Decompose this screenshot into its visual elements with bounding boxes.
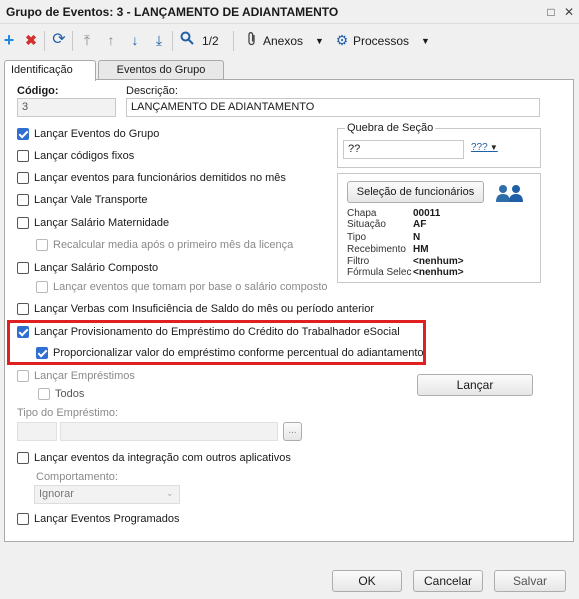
- lancar-eventos-programados-checkbox[interactable]: [17, 513, 29, 525]
- formula-selec-key: Fórmula Selec: [347, 267, 412, 278]
- descricao-field[interactable]: LANÇAMENTO DE ADIANTAMENTO: [126, 98, 540, 117]
- lancar-eventos-programados-label: Lançar Eventos Programados: [34, 513, 180, 525]
- lancar-demitidos-label: Lançar eventos para funcionários demitid…: [34, 172, 286, 184]
- salvar-button[interactable]: Salvar: [494, 570, 566, 592]
- recalcular-media-checkbox[interactable]: [36, 239, 48, 251]
- window-title: Grupo de Eventos: 3 - LANÇAMENTO DE ADIA…: [6, 5, 339, 19]
- recebimento-key: Recebimento: [347, 244, 406, 255]
- toolbar-separator: [172, 31, 173, 51]
- toolbar: + ✖ ⟳ ⤒ ↑ ↓ ⤓ 1/2 Anexos ▼ ⚙ Processos ▼: [0, 28, 579, 54]
- close-icon[interactable]: ✕: [561, 4, 577, 20]
- tipo-emprestimo-browse-button[interactable]: ...: [283, 422, 302, 441]
- codigo-field[interactable]: 3: [17, 98, 116, 117]
- lancar-salario-maternidade-checkbox[interactable]: [17, 217, 29, 229]
- selecao-funcionarios-button[interactable]: Seleção de funcionários: [347, 181, 484, 203]
- tipo-emprestimo-label: Tipo do Empréstimo:: [17, 407, 119, 419]
- lancar-provisionamento-label: Lançar Provisionamento do Empréstimo do …: [34, 326, 400, 338]
- ok-button[interactable]: OK: [332, 570, 402, 592]
- anexos-button[interactable]: Anexos: [263, 34, 303, 48]
- delete-icon[interactable]: ✖: [22, 31, 40, 49]
- toolbar-separator: [44, 31, 45, 51]
- comportamento-select[interactable]: Ignorar: [34, 485, 180, 504]
- add-icon[interactable]: +: [0, 31, 18, 49]
- filtro-value: <nenhum>: [413, 256, 464, 267]
- recebimento-value: HM: [413, 244, 429, 255]
- lancar-salario-composto-label: Lançar Salário Composto: [34, 262, 159, 274]
- proporcionalizar-label: Proporcionalizar valor do empréstimo con…: [53, 347, 424, 359]
- comportamento-value: Ignorar: [39, 488, 74, 500]
- proporcionalizar-checkbox[interactable]: [36, 347, 48, 359]
- chapa-value: 00011: [413, 208, 441, 219]
- chevron-down-icon[interactable]: ▼: [421, 36, 430, 46]
- first-record-icon[interactable]: ⤒: [78, 31, 96, 49]
- lancar-vale-transporte-checkbox[interactable]: [17, 194, 29, 206]
- tipo-emprestimo-desc-field[interactable]: [60, 422, 278, 441]
- quebra-secao-label: Quebra de Seção: [345, 122, 436, 134]
- tipo-emprestimo-code-field[interactable]: [17, 422, 57, 441]
- quebra-secao-field[interactable]: ??: [343, 140, 464, 159]
- restore-icon[interactable]: □: [543, 4, 559, 20]
- previous-record-icon[interactable]: ↑: [102, 31, 120, 49]
- codigo-label: Código:: [17, 85, 59, 97]
- lancar-demitidos-checkbox[interactable]: [17, 172, 29, 184]
- refresh-icon[interactable]: ⟳: [50, 31, 68, 49]
- users-icon: [494, 183, 526, 206]
- lancar-eventos-grupo-label: Lançar Eventos do Grupo: [34, 128, 160, 140]
- page-indicator: 1/2: [202, 34, 219, 48]
- todos-checkbox[interactable]: [38, 388, 50, 400]
- todos-label: Todos: [55, 388, 85, 400]
- gear-icon[interactable]: ⚙: [333, 31, 351, 49]
- lancar-eventos-grupo-checkbox[interactable]: [17, 128, 29, 140]
- chapa-key: Chapa: [347, 208, 377, 219]
- filtro-key: Filtro: [347, 256, 370, 267]
- lancar-verbas-insuficiencia-checkbox[interactable]: [17, 303, 29, 315]
- quebra-selector-value: ???: [471, 142, 488, 153]
- quebra-secao-selector[interactable]: ??? ▼: [471, 142, 499, 158]
- lancar-salario-composto-checkbox[interactable]: [17, 262, 29, 274]
- chevron-down-icon: ▼: [487, 143, 498, 152]
- descricao-label: Descrição:: [126, 85, 178, 97]
- lancar-emprestimos-label: Lançar Empréstimos: [34, 370, 135, 382]
- tipo-value: N: [413, 232, 421, 243]
- situacao-key: Situação: [347, 219, 386, 230]
- lancar-codigos-fixos-checkbox[interactable]: [17, 150, 29, 162]
- lancar-emprestimos-checkbox[interactable]: [17, 370, 29, 382]
- lancar-integracao-checkbox[interactable]: [17, 452, 29, 464]
- cancelar-button[interactable]: Cancelar: [413, 570, 483, 592]
- lancar-codigos-fixos-label: Lançar códigos fixos: [34, 150, 135, 162]
- lancar-salario-maternidade-label: Lançar Salário Maternidade: [34, 217, 170, 229]
- tab-eventos-do-grupo[interactable]: Eventos do Grupo: [98, 60, 224, 80]
- paperclip-icon[interactable]: [243, 31, 261, 49]
- lancar-verbas-insuficiencia-label: Lançar Verbas com Insuficiência de Saldo…: [34, 303, 374, 315]
- base-salario-composto-label: Lançar eventos que tomam por base o salá…: [53, 281, 328, 293]
- tab-identificacao[interactable]: Identificação: [4, 60, 96, 81]
- toolbar-separator: [233, 31, 234, 51]
- base-salario-composto-checkbox[interactable]: [36, 281, 48, 293]
- tipo-key: Tipo: [347, 232, 367, 243]
- situacao-value: AF: [413, 219, 427, 230]
- lancar-integracao-label: Lançar eventos da integração com outros …: [34, 452, 291, 464]
- chevron-down-icon[interactable]: ▼: [315, 36, 324, 46]
- lancar-button[interactable]: Lançar: [417, 374, 533, 396]
- search-icon[interactable]: [178, 31, 196, 49]
- formula-selec-value: <nenhum>: [413, 267, 464, 278]
- processos-button[interactable]: Processos: [353, 34, 409, 48]
- recalcular-media-label: Recalcular media após o primeiro mês da …: [53, 239, 294, 251]
- chevron-down-icon: ⌄: [166, 488, 174, 498]
- comportamento-label: Comportamento:: [36, 471, 118, 483]
- lancar-vale-transporte-label: Lançar Vale Transporte: [34, 194, 148, 206]
- toolbar-separator: [72, 31, 73, 51]
- lancar-provisionamento-checkbox[interactable]: [17, 326, 29, 338]
- last-record-icon[interactable]: ⤓: [150, 31, 168, 49]
- next-record-icon[interactable]: ↓: [126, 31, 144, 49]
